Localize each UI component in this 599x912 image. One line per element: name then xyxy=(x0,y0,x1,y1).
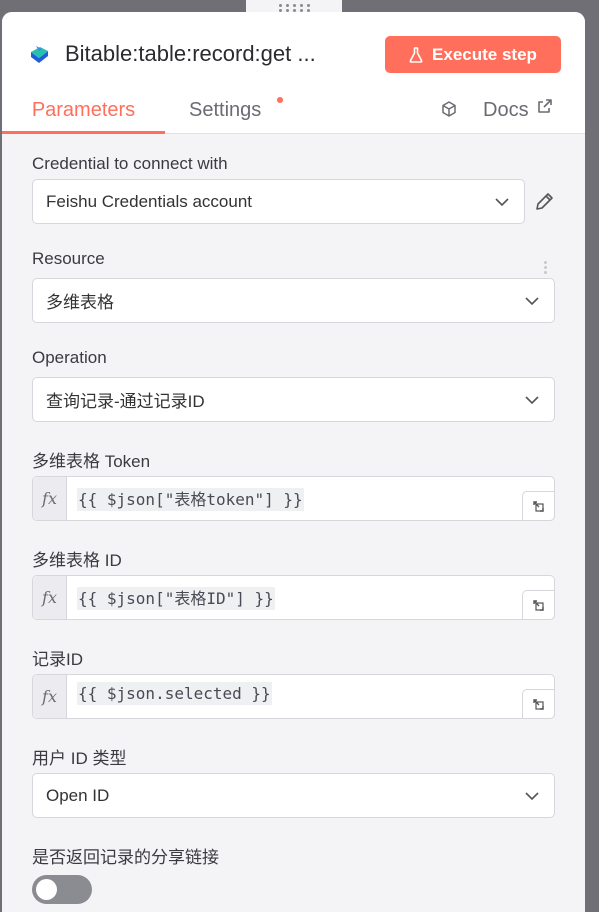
return-share-link-toggle[interactable] xyxy=(32,875,92,904)
user-id-type-select[interactable]: Open ID xyxy=(32,773,555,818)
execute-step-label: Execute step xyxy=(432,44,537,64)
execute-step-button[interactable]: Execute step xyxy=(385,36,561,73)
bitable-token-label: 多维表格 Token xyxy=(32,452,151,471)
field-options-icon[interactable] xyxy=(544,261,547,274)
operation-label: Operation xyxy=(32,348,107,367)
operation-value: 查询记录-通过记录ID xyxy=(46,392,205,411)
expand-expression-button[interactable] xyxy=(522,491,555,521)
expand-expression-button[interactable] xyxy=(522,689,555,719)
credential-label: Credential to connect with xyxy=(32,154,228,173)
credential-value: Feishu Credentials account xyxy=(46,191,253,211)
cube-icon[interactable] xyxy=(440,100,458,118)
fx-icon: fx xyxy=(33,675,67,718)
expand-icon xyxy=(533,500,544,512)
expand-expression-button[interactable] xyxy=(522,590,555,620)
credential-select[interactable]: Feishu Credentials account xyxy=(32,179,525,224)
operation-select[interactable]: 查询记录-通过记录ID xyxy=(32,377,555,422)
bitable-token-expression-input[interactable]: fx {{ $json["表格token"] }} xyxy=(32,476,555,521)
resource-select[interactable]: 多维表格 xyxy=(32,278,555,323)
record-id-expression-input[interactable]: fx {{ $json.selected }} xyxy=(32,674,555,719)
resource-value: 多维表格 xyxy=(46,293,114,312)
chevron-down-icon xyxy=(525,396,539,405)
expand-icon xyxy=(533,599,544,611)
bitable-id-label: 多维表格 ID xyxy=(32,551,122,570)
chevron-down-icon xyxy=(495,198,509,207)
node-title[interactable]: Bitable:table:record:get ... xyxy=(65,41,316,67)
record-id-label: 记录ID xyxy=(32,650,83,669)
docs-label: Docs xyxy=(483,99,529,121)
bitable-token-expression: {{ $json["表格token"] }} xyxy=(77,488,304,511)
external-link-icon xyxy=(537,99,552,113)
bitable-id-expression: {{ $json["表格ID"] }} xyxy=(77,587,275,610)
user-id-type-label: 用户 ID 类型 xyxy=(32,749,127,768)
bitable-id-expression-input[interactable]: fx {{ $json["表格ID"] }} xyxy=(32,575,555,620)
tab-settings[interactable]: Settings xyxy=(189,97,283,134)
user-id-type-value: Open ID xyxy=(46,785,110,805)
chevron-down-icon xyxy=(525,792,539,801)
toggle-knob xyxy=(36,879,57,900)
settings-indicator-dot xyxy=(277,97,283,103)
panel-header: Bitable:table:record:get ... Execute ste… xyxy=(2,12,585,98)
chevron-down-icon xyxy=(525,297,539,306)
expand-icon xyxy=(533,698,544,710)
feishu-bitable-icon xyxy=(31,46,48,63)
resource-label: Resource xyxy=(32,249,105,268)
record-id-expression: {{ $json.selected }} xyxy=(77,682,272,705)
tab-settings-label: Settings xyxy=(189,99,262,121)
node-parameters-panel: Bitable:table:record:get ... Execute ste… xyxy=(2,12,585,912)
parameters-form: Credential to connect with Feishu Creden… xyxy=(2,134,585,912)
tab-parameters[interactable]: Parameters xyxy=(2,98,165,134)
fx-icon: fx xyxy=(33,576,67,619)
return-share-link-label: 是否返回记录的分享链接 xyxy=(32,848,219,867)
flask-icon xyxy=(409,46,423,63)
docs-link[interactable]: Docs xyxy=(483,98,553,122)
fx-icon: fx xyxy=(33,477,67,520)
edit-credential-pencil-icon[interactable] xyxy=(533,191,555,213)
